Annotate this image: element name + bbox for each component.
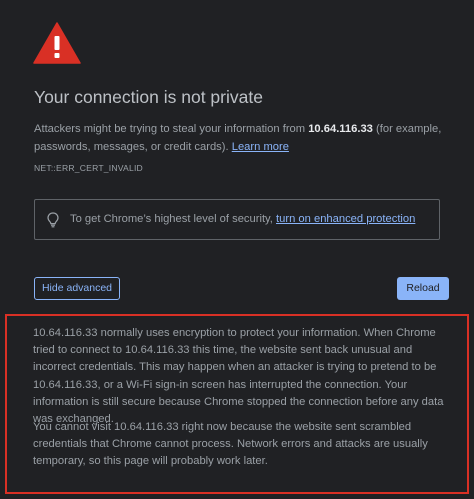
- lightbulb-icon: [47, 212, 59, 228]
- page-description: Attackers might be trying to steal your …: [34, 120, 454, 156]
- details-paragraph-1: 10.64.116.33 normally uses encryption to…: [33, 327, 444, 426]
- page-title: Your connection is not private: [34, 87, 263, 107]
- advanced-details-panel: 10.64.116.33 normally uses encryption to…: [5, 314, 469, 494]
- warning-triangle-icon: [33, 22, 81, 64]
- security-text: To get Chrome’s highest level of securit…: [70, 213, 277, 225]
- error-code: NET::ERR_CERT_INVALID: [34, 163, 143, 173]
- details-paragraph-2: You cannot visit 10.64.116.33 right now …: [33, 421, 428, 468]
- hide-advanced-button[interactable]: Hide advanced: [34, 277, 120, 300]
- enhanced-protection-text: To get Chrome’s highest level of securit…: [70, 213, 415, 225]
- learn-more-link[interactable]: Learn more: [232, 141, 289, 153]
- description-prefix: Attackers might be trying to steal your …: [34, 123, 309, 135]
- reload-button[interactable]: Reload: [397, 277, 449, 300]
- enhanced-protection-box: To get Chrome’s highest level of securit…: [34, 199, 440, 240]
- host-address: 10.64.116.33: [308, 123, 373, 135]
- enhanced-protection-link[interactable]: turn on enhanced protection: [276, 213, 415, 225]
